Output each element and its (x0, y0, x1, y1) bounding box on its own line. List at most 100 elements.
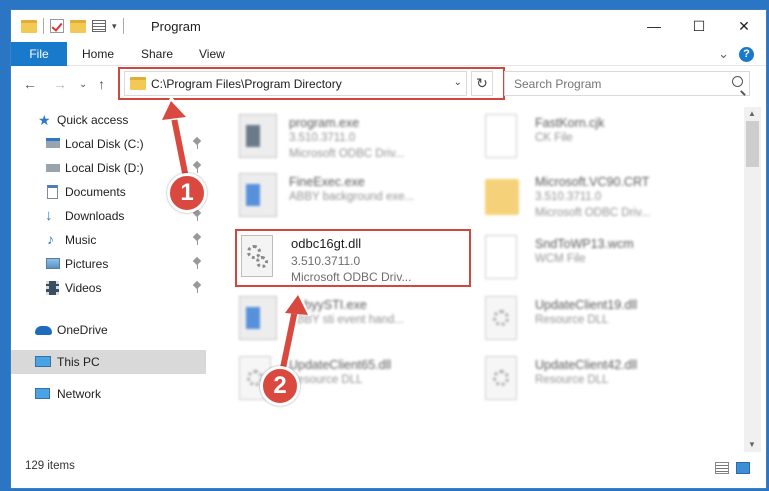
sidebar-item-onedrive[interactable]: OneDrive (11, 318, 206, 342)
pin-icon[interactable] (193, 258, 202, 269)
computer-icon (35, 356, 51, 367)
file-type: Resource DLL (535, 314, 609, 326)
sidebar-item-label: Network (57, 387, 102, 401)
download-icon: ↓ (45, 207, 53, 224)
sidebar-item-quick-access[interactable]: ★ Quick access (11, 108, 206, 132)
search-input[interactable] (514, 76, 714, 91)
sidebar-item-local-disk-c[interactable]: Local Disk (C:) (11, 132, 206, 156)
up-arrow-icon[interactable]: ↑ (98, 76, 105, 92)
pin-icon[interactable] (193, 162, 202, 173)
file-name: AbbyySTI.exe (289, 298, 367, 312)
file-name: program.exe (289, 116, 360, 130)
file-type: WCM File (535, 253, 586, 265)
file-version: 3.510.3711.0 (535, 191, 602, 203)
vertical-scrollbar[interactable]: ▲ ▼ (744, 107, 761, 452)
pin-icon[interactable] (193, 234, 202, 245)
file-name: FastKorn.cjk (535, 116, 605, 130)
file-item[interactable]: FineExec.exe ABBY background exe... (239, 169, 479, 225)
expand-ribbon-chevron-icon[interactable]: ⌄ (718, 46, 729, 62)
sidebar-item-label: Local Disk (C:) (65, 137, 144, 151)
ribbon-tabs: File Home Share View ⌄ ? (11, 42, 766, 66)
file-description: ABBY background exe... (289, 191, 415, 203)
file-name: UpdateClient19.dll (535, 298, 638, 312)
app-icon (239, 296, 277, 340)
step-1-badge: 1 (167, 173, 207, 213)
minimize-button[interactable]: — (631, 10, 677, 42)
scroll-up-arrow-icon[interactable]: ▲ (748, 109, 756, 118)
sidebar-item-label: OneDrive (57, 323, 108, 337)
separator (122, 18, 124, 34)
step-2-badge: 2 (260, 366, 300, 406)
document-icon (485, 235, 517, 279)
title-bar: ▾ Program — ☐ ✕ (11, 10, 766, 42)
document-icon (485, 114, 517, 158)
pin-icon[interactable] (193, 282, 202, 293)
file-type: Resource DLL (535, 374, 609, 386)
file-name: UpdateClient42.dll (535, 358, 638, 372)
properties-check-icon[interactable] (50, 19, 64, 33)
file-item[interactable]: SndToWP13.wcm WCM File (485, 231, 725, 287)
pin-icon[interactable] (193, 138, 202, 149)
file-item[interactable]: FastKorn.cjk CK File (485, 110, 725, 166)
navigation-pane: ★ Quick access Local Disk (C:) Local Dis… (11, 107, 206, 452)
file-version: 3.510.3711.0 (289, 132, 356, 144)
file-item[interactable]: program.exe 3.510.3711.0 Microsoft ODBC … (239, 110, 479, 166)
help-icon[interactable]: ? (739, 46, 754, 62)
forward-arrow-icon[interactable]: → (53, 76, 67, 92)
scroll-down-arrow-icon[interactable]: ▼ (748, 440, 756, 449)
tab-share[interactable]: Share (141, 47, 173, 61)
large-icons-view-icon[interactable] (736, 462, 750, 474)
customize-toolbar-dropdown-icon[interactable]: ▾ (112, 21, 117, 32)
file-name: UpdateClient65.dll (289, 358, 392, 372)
file-item[interactable]: Microsoft.VC90.CRT 3.510.3711.0 Microsof… (485, 169, 725, 225)
back-arrow-icon[interactable]: ← (23, 76, 37, 92)
dll-icon (485, 356, 517, 400)
tab-view[interactable]: View (199, 47, 225, 61)
sidebar-item-label: Local Disk (D:) (65, 161, 144, 175)
recent-locations-dropdown-icon[interactable]: ⌄ (79, 79, 87, 90)
customize-view-icon[interactable] (92, 20, 106, 32)
folder-icon (21, 19, 37, 33)
details-view-icon[interactable] (715, 462, 729, 474)
pin-icon[interactable] (193, 210, 202, 221)
file-type: CK File (535, 132, 573, 144)
file-highlight (235, 229, 471, 287)
explorer-window: ▾ Program — ☐ ✕ File Home Share View ⌄ ?… (10, 9, 767, 489)
app-icon (239, 173, 277, 217)
sidebar-item-this-pc[interactable]: This PC (11, 350, 206, 374)
close-button[interactable]: ✕ (721, 10, 766, 42)
cloud-icon (35, 326, 52, 335)
file-item[interactable]: UpdateClient42.dll Resource DLL (485, 352, 725, 408)
sidebar-item-label: Music (65, 233, 97, 247)
app-icon (239, 114, 277, 158)
search-icon[interactable] (732, 76, 743, 87)
music-icon: ♪ (47, 231, 54, 247)
dll-icon (485, 296, 517, 340)
status-item-count: 129 items (25, 460, 75, 472)
documents-icon (47, 185, 58, 199)
maximize-button[interactable]: ☐ (676, 10, 722, 42)
file-item[interactable]: AbbyySTI.exe ABBY sti event hand... (239, 292, 479, 348)
tab-home[interactable]: Home (82, 47, 114, 61)
navigation-bar: ← → ⌄ ↑ C:\Program Files\Program Directo… (11, 67, 766, 100)
file-item[interactable]: UpdateClient19.dll Resource DLL (485, 292, 725, 348)
videos-icon (46, 281, 59, 295)
sidebar-item-label: Pictures (65, 257, 109, 271)
address-bar-highlight (118, 67, 505, 100)
search-box[interactable] (504, 71, 750, 96)
drive-icon (46, 164, 60, 172)
folder-icon (485, 179, 519, 215)
pictures-icon (46, 258, 60, 269)
scrollbar-thumb[interactable] (746, 121, 759, 167)
file-name: Microsoft.VC90.CRT (535, 175, 650, 189)
new-folder-icon[interactable] (70, 19, 86, 33)
sidebar-item-label: Downloads (65, 209, 125, 223)
sidebar-item-music[interactable]: ♪ Music (11, 228, 206, 252)
window-title: Program (151, 19, 201, 34)
tab-file[interactable]: File (11, 42, 67, 66)
sidebar-item-videos[interactable]: Videos (11, 276, 206, 300)
sidebar-item-pictures[interactable]: Pictures (11, 252, 206, 276)
sidebar-item-network[interactable]: Network (11, 382, 206, 406)
star-icon: ★ (38, 112, 51, 128)
sidebar-item-label: Videos (65, 281, 102, 295)
